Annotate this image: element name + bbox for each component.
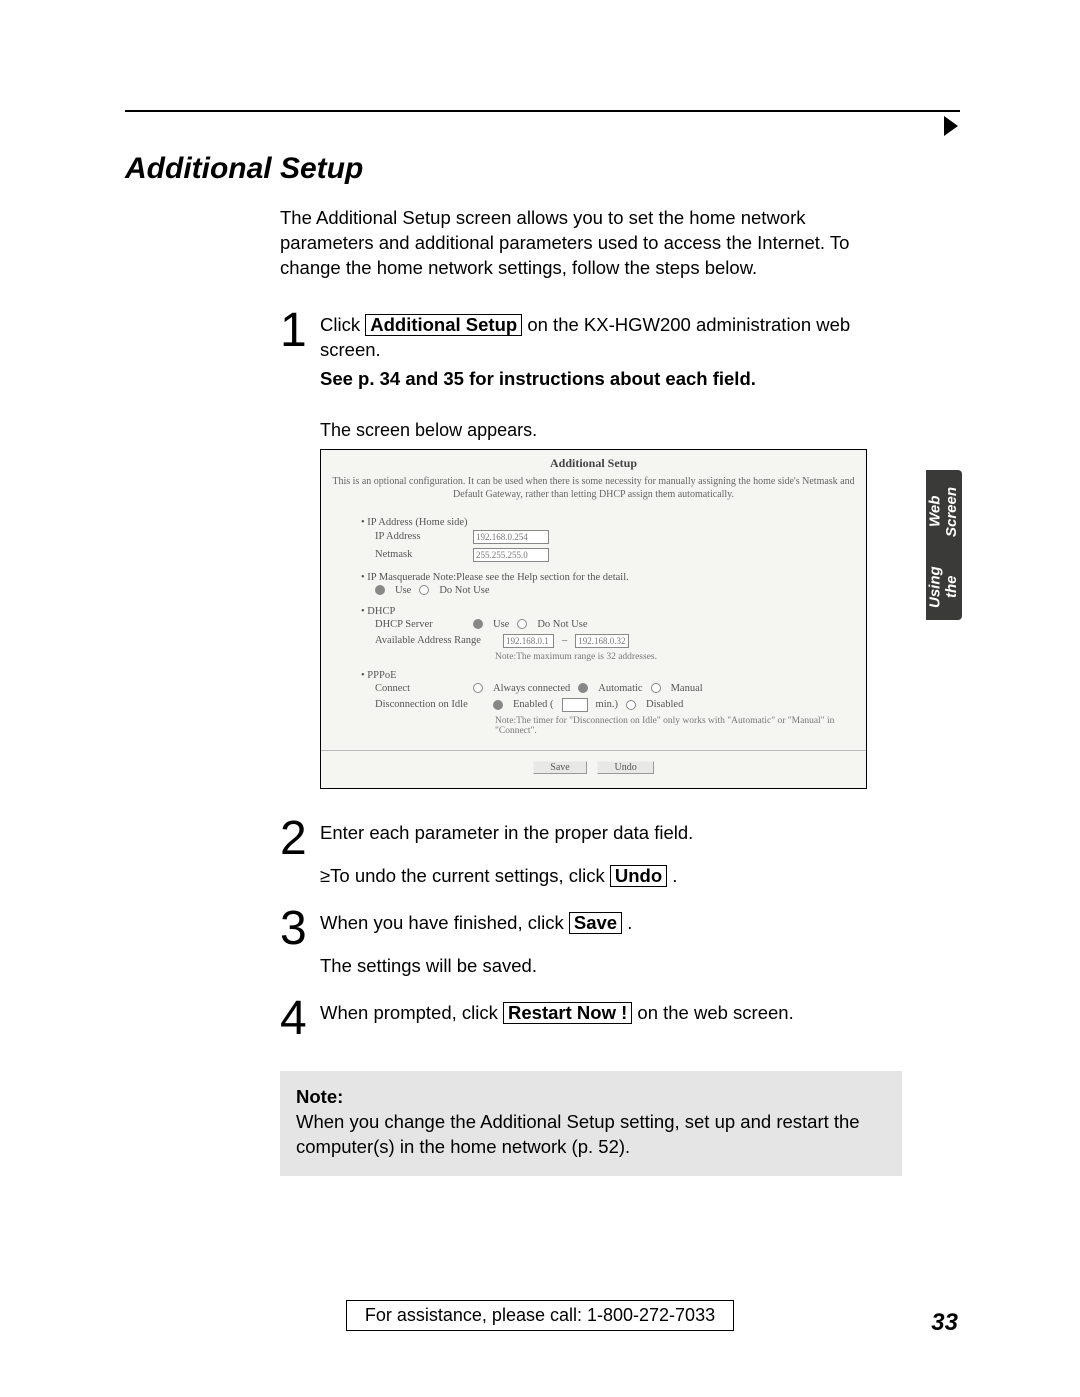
page-number: 33 <box>931 1309 958 1337</box>
range-from-input[interactable]: 192.168.0.1 <box>503 634 554 648</box>
connect-auto-label: Automatic <box>598 683 642 694</box>
text: on the web screen. <box>637 1002 793 1023</box>
range-row: Available Address Range 192.168.0.1 – 19… <box>361 632 836 650</box>
text: Enter each parameter in the proper data … <box>320 822 693 843</box>
step-body: When you have finished, click Save . The… <box>320 909 632 979</box>
netmask-row: Netmask 255.255.255.0 <box>361 546 836 564</box>
masquerade-options: Use Do Not Use <box>361 583 836 598</box>
restart-now-button-ref: Restart Now ! <box>503 1002 632 1024</box>
step-number: 4 <box>280 995 320 1043</box>
step-number: 3 <box>280 905 320 953</box>
radio-icon[interactable] <box>493 700 503 710</box>
text: Click <box>320 314 365 335</box>
after-save-text: The settings will be saved. <box>320 954 632 979</box>
see-reference: See p. 34 and 35 for instructions about … <box>320 367 880 392</box>
ip-address-block: • IP Address (Home side) IP Address 192.… <box>361 517 836 564</box>
step-body: Enter each parameter in the proper data … <box>320 819 693 889</box>
inner-button-row: Save Undo <box>321 750 866 778</box>
masquerade-heading: • IP Masquerade Note:Please see the Help… <box>361 572 836 583</box>
radio-icon[interactable] <box>626 700 636 710</box>
text: . <box>627 912 632 933</box>
step-number: 1 <box>280 307 320 355</box>
pppoe-block: • PPPoE Connect Always connected Automat… <box>361 670 836 736</box>
inner-title: Additional Setup <box>321 450 866 475</box>
range-to-input[interactable]: 192.168.0.32 <box>575 634 628 648</box>
radio-icon[interactable] <box>473 619 483 629</box>
dash: – <box>562 635 567 646</box>
page-content: Additional Setup The Additional Setup sc… <box>0 0 1080 1176</box>
dhcp-server-label: DHCP Server <box>375 619 465 630</box>
connect-label: Connect <box>375 683 465 694</box>
pppoe-heading: • PPPoE <box>361 670 836 681</box>
masq-use-label: Use <box>395 585 411 596</box>
dhcp-server-row: DHCP Server Use Do Not Use <box>361 617 836 632</box>
text: When you have finished, click <box>320 912 569 933</box>
inner-undo-button[interactable]: Undo <box>597 761 653 774</box>
connect-always-label: Always connected <box>493 683 570 694</box>
step-2: 2 Enter each parameter in the proper dat… <box>280 819 880 889</box>
radio-icon[interactable] <box>473 683 483 693</box>
dhcp-heading: • DHCP <box>361 606 836 617</box>
text: When prompted, click <box>320 1002 503 1023</box>
radio-icon[interactable] <box>419 585 429 595</box>
radio-icon[interactable] <box>375 585 385 595</box>
note-label: Note: <box>296 1085 886 1110</box>
ip-address-input[interactable]: 192.168.0.254 <box>473 530 549 544</box>
additional-setup-button-ref: Additional Setup <box>365 314 522 336</box>
inner-save-button[interactable]: Save <box>533 761 586 774</box>
netmask-label: Netmask <box>375 549 465 560</box>
connect-manual-label: Manual <box>671 683 703 694</box>
screenshot-caption: The screen below appears. <box>320 420 960 441</box>
undo-line: ≥To undo the current settings, click Und… <box>320 864 693 889</box>
note-body: When you change the Additional Setup set… <box>296 1110 886 1160</box>
ip-address-row: IP Address 192.168.0.254 <box>361 528 836 546</box>
masquerade-block: • IP Masquerade Note:Please see the Help… <box>361 572 836 598</box>
embedded-screenshot: Additional Setup This is an optional con… <box>320 449 867 789</box>
radio-icon[interactable] <box>517 619 527 629</box>
step-3: 3 When you have finished, click Save . T… <box>280 909 880 979</box>
step-4: 4 When prompted, click Restart Now ! on … <box>280 999 880 1043</box>
intro-paragraph: The Additional Setup screen allows you t… <box>280 206 850 281</box>
ip-address-label: IP Address <box>375 531 465 542</box>
step-body: When prompted, click Restart Now ! on th… <box>320 999 794 1026</box>
steps-list-cont: 2 Enter each parameter in the proper dat… <box>280 819 880 1043</box>
radio-icon[interactable] <box>651 683 661 693</box>
masq-notuse-label: Do Not Use <box>439 585 489 596</box>
dhcp-use-label: Use <box>493 619 509 630</box>
step-1: 1 Click Additional Setup on the KX-HGW20… <box>280 311 880 392</box>
radio-icon[interactable] <box>578 683 588 693</box>
ip-address-heading: • IP Address (Home side) <box>361 517 836 528</box>
disconnect-row: Disconnection on Idle Enabled ( min.) Di… <box>361 696 836 714</box>
disc-note: Note:The timer for "Disconnection on Idl… <box>361 714 836 736</box>
netmask-input[interactable]: 255.255.255.0 <box>473 548 549 562</box>
dhcp-block: • DHCP DHCP Server Use Do Not Use Availa… <box>361 606 836 662</box>
assistance-box: For assistance, please call: 1-800-272-7… <box>346 1300 734 1331</box>
footer: For assistance, please call: 1-800-272-7… <box>0 1300 1080 1331</box>
steps-list: 1 Click Additional Setup on the KX-HGW20… <box>280 311 880 392</box>
inner-description: This is an optional configuration. It ca… <box>321 475 866 509</box>
section-title: Additional Setup <box>125 152 960 186</box>
side-tab-line1: Using the <box>928 553 961 620</box>
top-rule <box>125 110 960 112</box>
connect-row: Connect Always connected Automatic Manua… <box>361 681 836 696</box>
side-tab-line2: Web Screen <box>928 470 961 553</box>
undo-button-ref: Undo <box>610 865 667 887</box>
side-tab: Using the Web Screen <box>926 470 962 620</box>
step-number: 2 <box>280 815 320 863</box>
disc-minutes-input[interactable] <box>562 698 588 712</box>
text: . <box>672 865 677 886</box>
note-box: Note: When you change the Additional Set… <box>280 1071 902 1176</box>
disc-disabled-label: Disabled <box>646 699 683 710</box>
dhcp-notuse-label: Do Not Use <box>537 619 587 630</box>
disconnect-label: Disconnection on Idle <box>375 699 485 710</box>
save-button-ref: Save <box>569 912 622 934</box>
disc-min-label: min.) <box>596 699 618 710</box>
disc-enabled-label: Enabled ( <box>513 699 554 710</box>
step-body: Click Additional Setup on the KX-HGW200 … <box>320 311 880 392</box>
range-label: Available Address Range <box>375 635 495 646</box>
range-note: Note:The maximum range is 32 addresses. <box>361 650 836 662</box>
text: ≥To undo the current settings, click <box>320 865 610 886</box>
